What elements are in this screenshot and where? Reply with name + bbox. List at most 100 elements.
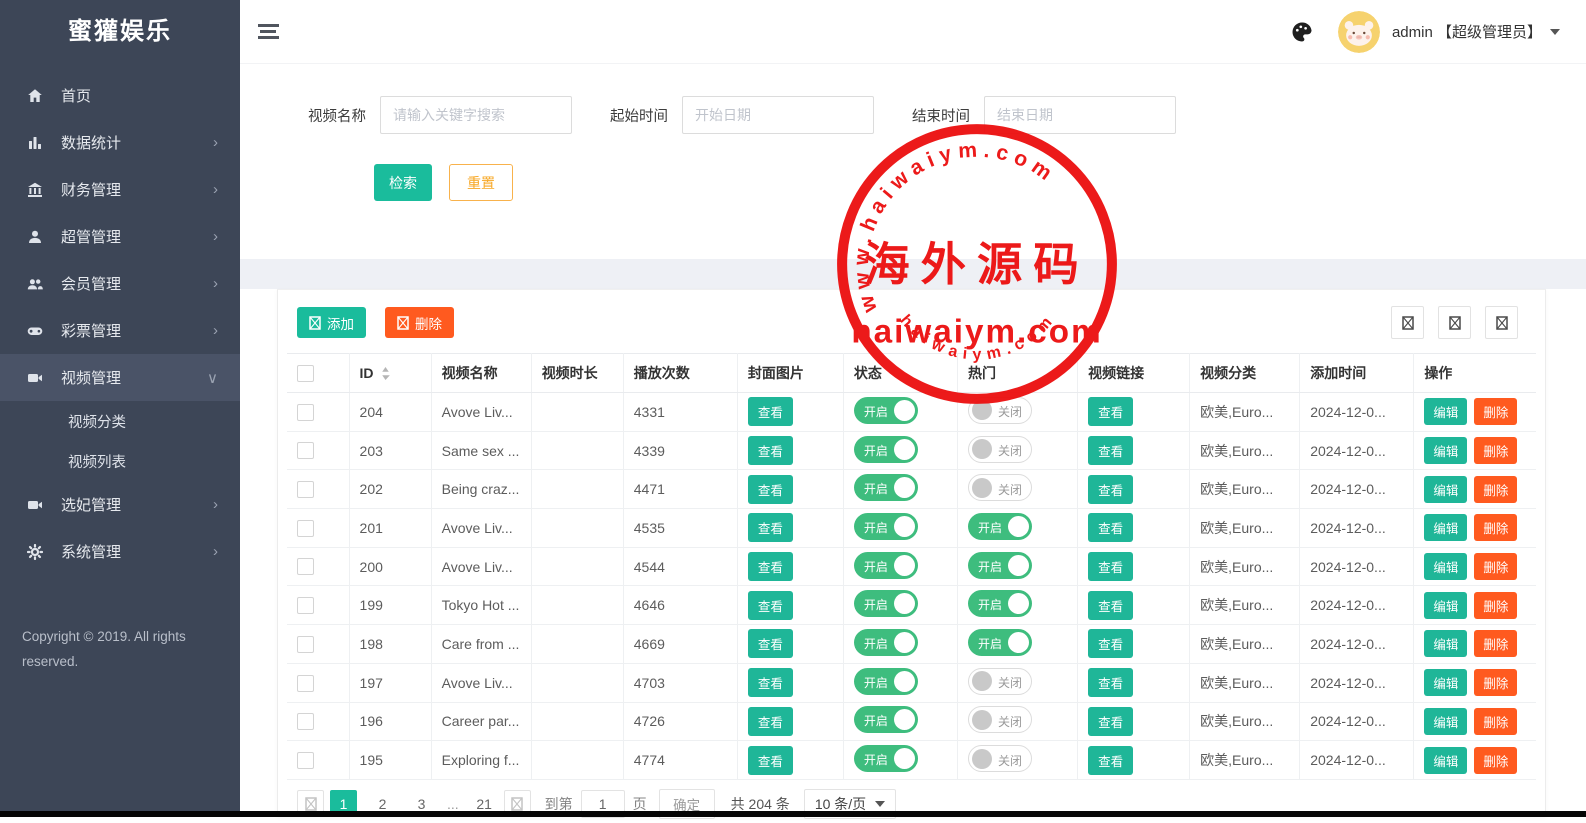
sidebar-subitem-0[interactable]: 视频分类 (0, 401, 240, 441)
hot-toggle[interactable]: 关闭 (968, 745, 1032, 772)
view-link-button[interactable]: 查看 (1088, 707, 1133, 736)
view-cover-button[interactable]: 查看 (748, 552, 793, 581)
sidebar-item-7[interactable]: 选妃管理› (0, 481, 240, 528)
view-cover-button[interactable]: 查看 (748, 746, 793, 775)
edit-button[interactable]: 编辑 (1424, 476, 1467, 503)
hot-toggle[interactable]: 开启 (968, 552, 1032, 579)
video-table: ID视频名称视频时长播放次数封面图片状态热门视频链接视频分类添加时间操作 204… (287, 353, 1536, 780)
sidebar-item-6[interactable]: 视频管理∨ (0, 354, 240, 401)
current-user-label[interactable]: admin 【超级管理员】 (1392, 21, 1542, 42)
row-delete-button[interactable]: 删除 (1474, 514, 1517, 541)
select-all-checkbox[interactable] (297, 365, 314, 382)
user-menu-caret-icon[interactable] (1550, 29, 1560, 35)
hot-toggle[interactable]: 开启 (968, 629, 1032, 656)
row-delete-button[interactable]: 删除 (1474, 592, 1517, 619)
hot-toggle[interactable]: 关闭 (968, 668, 1032, 695)
view-cover-button[interactable]: 查看 (748, 591, 793, 620)
sidebar-item-0[interactable]: 首页 (0, 72, 240, 119)
row-checkbox[interactable] (297, 752, 314, 769)
edit-button[interactable]: 编辑 (1424, 553, 1467, 580)
status-toggle[interactable]: 开启 (854, 668, 918, 695)
edit-button[interactable]: 编辑 (1424, 630, 1467, 657)
status-toggle[interactable]: 开启 (854, 436, 918, 463)
row-delete-button[interactable]: 删除 (1474, 669, 1517, 696)
delete-button[interactable]: 删除 (385, 307, 454, 338)
view-cover-button[interactable]: 查看 (748, 707, 793, 736)
start-date-input[interactable] (682, 96, 874, 134)
hot-toggle[interactable]: 关闭 (968, 706, 1032, 733)
row-delete-button[interactable]: 删除 (1474, 553, 1517, 580)
row-checkbox[interactable] (297, 442, 314, 459)
row-checkbox[interactable] (297, 713, 314, 730)
status-toggle[interactable]: 开启 (854, 513, 918, 540)
edit-button[interactable]: 编辑 (1424, 592, 1467, 619)
view-cover-button[interactable]: 查看 (748, 436, 793, 465)
edit-button[interactable]: 编辑 (1424, 514, 1467, 541)
row-checkbox[interactable] (297, 597, 314, 614)
row-delete-button[interactable]: 删除 (1474, 630, 1517, 657)
status-toggle[interactable]: 开启 (854, 745, 918, 772)
sidebar-item-4[interactable]: 会员管理› (0, 260, 240, 307)
sidebar-item-1[interactable]: 数据统计› (0, 119, 240, 166)
table-tool-button-1[interactable] (1391, 306, 1424, 339)
edit-button[interactable]: 编辑 (1424, 669, 1467, 696)
sidebar-item-8[interactable]: 系统管理› (0, 528, 240, 575)
reset-button[interactable]: 重置 (449, 164, 513, 201)
row-checkbox[interactable] (297, 481, 314, 498)
sidebar-item-5[interactable]: 彩票管理› (0, 307, 240, 354)
view-cover-button[interactable]: 查看 (748, 475, 793, 504)
row-delete-button[interactable]: 删除 (1474, 398, 1517, 425)
end-time-field-group: 结束时间 (912, 96, 1176, 134)
avatar[interactable] (1338, 11, 1380, 53)
status-toggle[interactable]: 开启 (854, 474, 918, 501)
row-checkbox[interactable] (297, 520, 314, 537)
sidebar-item-3[interactable]: 超管管理› (0, 213, 240, 260)
status-toggle[interactable]: 开启 (854, 706, 918, 733)
theme-palette-icon[interactable] (1290, 20, 1314, 44)
search-button[interactable]: 检索 (374, 164, 432, 201)
view-link-button[interactable]: 查看 (1088, 397, 1133, 426)
view-link-button[interactable]: 查看 (1088, 475, 1133, 504)
status-toggle[interactable]: 开启 (854, 590, 918, 617)
row-checkbox[interactable] (297, 558, 314, 575)
hot-toggle[interactable]: 关闭 (968, 474, 1032, 501)
sidebar-subitem-1[interactable]: 视频列表 (0, 441, 240, 481)
hot-toggle[interactable]: 开启 (968, 513, 1032, 540)
row-delete-button[interactable]: 删除 (1474, 476, 1517, 503)
sidebar-item-2[interactable]: 财务管理› (0, 166, 240, 213)
edit-button[interactable]: 编辑 (1424, 398, 1467, 425)
edit-button[interactable]: 编辑 (1424, 747, 1467, 774)
status-toggle[interactable]: 开启 (854, 629, 918, 656)
view-link-button[interactable]: 查看 (1088, 513, 1133, 542)
row-delete-button[interactable]: 删除 (1474, 437, 1517, 464)
row-checkbox[interactable] (297, 675, 314, 692)
status-toggle[interactable]: 开启 (854, 552, 918, 579)
edit-button[interactable]: 编辑 (1424, 708, 1467, 735)
sidebar-toggle-icon[interactable] (258, 24, 280, 39)
row-checkbox[interactable] (297, 636, 314, 653)
view-link-button[interactable]: 查看 (1088, 552, 1133, 581)
view-link-button[interactable]: 查看 (1088, 629, 1133, 658)
view-cover-button[interactable]: 查看 (748, 513, 793, 542)
table-tool-button-2[interactable] (1438, 306, 1471, 339)
view-link-button[interactable]: 查看 (1088, 668, 1133, 697)
view-cover-button[interactable]: 查看 (748, 397, 793, 426)
table-tool-button-3[interactable] (1485, 306, 1518, 339)
view-cover-button[interactable]: 查看 (748, 629, 793, 658)
view-link-button[interactable]: 查看 (1088, 746, 1133, 775)
hot-toggle[interactable]: 关闭 (968, 436, 1032, 463)
sort-icon[interactable] (381, 367, 390, 380)
video-name-input[interactable] (380, 96, 572, 134)
row-delete-button[interactable]: 删除 (1474, 747, 1517, 774)
end-date-input[interactable] (984, 96, 1176, 134)
row-checkbox[interactable] (297, 404, 314, 421)
view-cover-button[interactable]: 查看 (748, 668, 793, 697)
status-toggle[interactable]: 开启 (854, 397, 918, 424)
view-link-button[interactable]: 查看 (1088, 591, 1133, 620)
hot-toggle[interactable]: 开启 (968, 590, 1032, 617)
add-button[interactable]: 添加 (297, 307, 366, 338)
edit-button[interactable]: 编辑 (1424, 437, 1467, 464)
row-delete-button[interactable]: 删除 (1474, 708, 1517, 735)
hot-toggle[interactable]: 关闭 (968, 397, 1032, 424)
view-link-button[interactable]: 查看 (1088, 436, 1133, 465)
